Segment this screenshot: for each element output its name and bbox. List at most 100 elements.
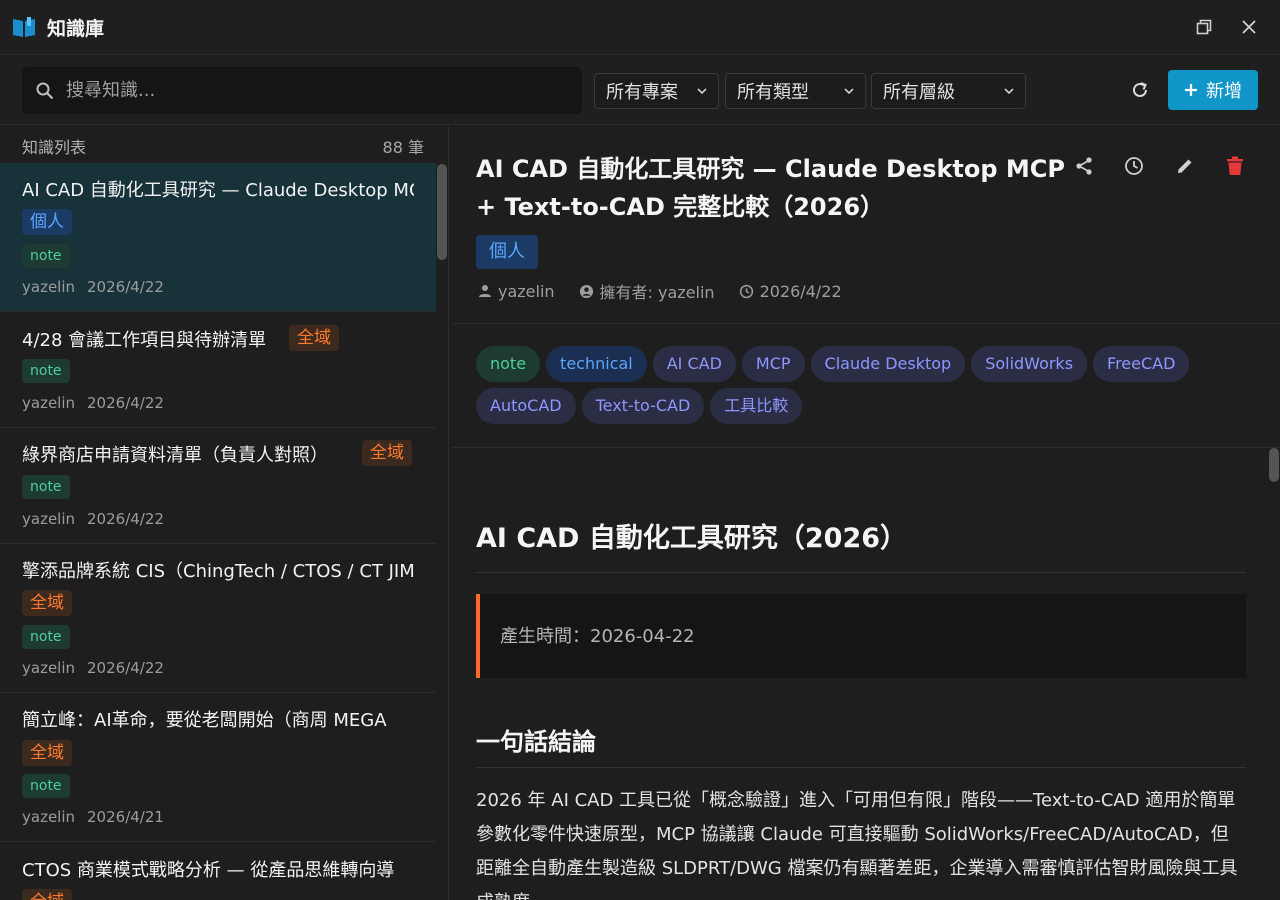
list-item[interactable]: 4/28 會議工作項目與待辦清單 全域 note yazelin 2026/4/2… xyxy=(0,312,436,428)
scope-badge: 全域 xyxy=(22,889,72,900)
person-icon xyxy=(479,285,491,297)
share-icon xyxy=(1076,157,1092,175)
delete-button[interactable] xyxy=(1221,152,1249,180)
level-filter-select[interactable]: 所有層級 xyxy=(871,73,1026,109)
item-meta: yazelin 2026/4/22 xyxy=(22,278,164,296)
trash-icon xyxy=(1227,156,1243,175)
divider xyxy=(452,323,1280,324)
item-meta: yazelin 2026/4/21 xyxy=(22,808,164,826)
content-blockquote: 產生時間：2026-04-22 xyxy=(476,594,1246,678)
chevron-down-icon xyxy=(697,88,707,95)
restore-icon xyxy=(1196,19,1212,35)
list-header: 知識列表 88 筆 xyxy=(0,126,436,162)
detail-owner: 擁有者: yazelin xyxy=(599,283,715,302)
blockquote-text: 產生時間：2026-04-22 xyxy=(500,626,695,647)
project-filter-value: 所有專案 xyxy=(606,82,678,103)
detail-meta: yazelin 擁有者: yazelin 2026/4/22 xyxy=(478,279,842,303)
list-item[interactable]: 簡立峰：AI革命，要從老闆開始（商周 MEGA 全域 note yazelin 2… xyxy=(0,693,436,842)
title-bar: 知識庫 xyxy=(0,0,1280,55)
content-heading: AI CAD 自動化工具研究（2026） xyxy=(476,523,908,554)
tag-technical[interactable]: technical xyxy=(546,346,647,382)
item-meta: yazelin 2026/4/22 xyxy=(22,659,164,677)
search-input[interactable] xyxy=(66,80,546,101)
detail-author: yazelin xyxy=(498,281,555,301)
tag-tool-comparison[interactable]: 工具比較 xyxy=(710,388,803,424)
list-item[interactable]: 擎添品牌系統 CIS（ChingTech / CTOS / CT JIM） 全域… xyxy=(0,544,436,693)
clock-icon xyxy=(739,284,753,298)
scope-badge: 個人 xyxy=(476,235,538,269)
refresh-button[interactable] xyxy=(1127,77,1153,103)
item-title: 4/28 會議工作項目與待辦清單 xyxy=(22,330,267,351)
chevron-down-icon xyxy=(844,88,854,95)
detail-date: 2026/4/22 xyxy=(759,281,842,301)
detail-scrollbar[interactable] xyxy=(1269,448,1279,482)
item-title: 簡立峰：AI革命，要從老闆開始（商周 MEGA xyxy=(22,710,387,731)
item-date: 2026/4/22 xyxy=(87,394,164,412)
list-item[interactable]: 綠界商店申請資料清單（負責人對照） 全域 note yazelin 2026/4/… xyxy=(0,428,436,544)
detail-title: AI CAD 自動化工具研究 — Claude Desktop MCP + Te… xyxy=(476,155,1065,221)
scope-badge: 全域 xyxy=(289,325,339,351)
search-icon xyxy=(36,82,54,99)
item-meta: yazelin 2026/4/22 xyxy=(22,394,164,412)
toolbar: 所有專案 所有類型 所有層級 新增 xyxy=(0,56,1280,125)
content-paragraph: 2026 年 AI CAD 工具已從「概念驗證」進入「可用但有限」階段——Tex… xyxy=(476,790,1238,900)
divider xyxy=(452,447,1280,448)
item-author: yazelin xyxy=(22,278,76,296)
tag-freecad[interactable]: FreeCAD xyxy=(1093,346,1190,382)
list-header-label: 知識列表 xyxy=(22,138,87,157)
share-button[interactable] xyxy=(1070,152,1098,180)
item-author: yazelin xyxy=(22,808,76,826)
add-button[interactable]: 新增 xyxy=(1168,70,1258,110)
tag-autocad[interactable]: AutoCAD xyxy=(476,388,576,424)
tag-text-to-cad[interactable]: Text-to-CAD xyxy=(581,388,705,424)
close-window-button[interactable] xyxy=(1236,14,1262,40)
type-filter-select[interactable]: 所有類型 xyxy=(725,73,866,109)
refresh-icon xyxy=(1133,82,1147,97)
item-meta: yazelin 2026/4/22 xyxy=(22,510,164,528)
list-scrollbar[interactable] xyxy=(437,164,447,260)
tag-solidworks[interactable]: SolidWorks xyxy=(971,346,1088,382)
tag-mcp[interactable]: MCP xyxy=(741,346,805,382)
knowledge-list: 知識列表 88 筆 AI CAD 自動化工具研究 — Claude Deskto… xyxy=(0,126,449,900)
list-item[interactable]: AI CAD 自動化工具研究 — Claude Desktop MCP + Te… xyxy=(0,163,436,312)
detail-panel: AI CAD 自動化工具研究 — Claude Desktop MCP + Te… xyxy=(452,126,1280,900)
item-title: AI CAD 自動化工具研究 — Claude Desktop MCP + Te… xyxy=(22,180,414,201)
pencil-icon xyxy=(1178,159,1192,173)
add-button-label: 新增 xyxy=(1206,81,1242,102)
item-date: 2026/4/22 xyxy=(87,278,164,296)
scope-badge: 全域 xyxy=(362,440,412,466)
item-author: yazelin xyxy=(22,394,76,412)
close-icon xyxy=(1242,20,1256,34)
heading-rule xyxy=(476,572,1246,573)
item-title: 綠界商店申請資料清單（負責人對照） xyxy=(22,445,328,466)
tag-ai-cad[interactable]: AI CAD xyxy=(652,346,736,382)
tag-claude-desktop[interactable]: Claude Desktop xyxy=(810,346,966,382)
history-button[interactable] xyxy=(1120,152,1148,180)
list-count: 88 筆 xyxy=(382,138,424,157)
project-filter-select[interactable]: 所有專案 xyxy=(594,73,719,109)
item-author: yazelin xyxy=(22,510,76,528)
section-heading: 一句話結論 xyxy=(476,728,596,756)
type-badge: note xyxy=(22,774,70,798)
type-badge: note xyxy=(22,625,70,649)
edit-button[interactable] xyxy=(1171,152,1199,180)
tag-note[interactable]: note xyxy=(476,346,541,382)
level-filter-value: 所有層級 xyxy=(883,82,955,103)
type-filter-value: 所有類型 xyxy=(737,82,809,103)
list-item[interactable]: CTOS 商業模式戰略分析 — 從產品思維轉向導 全域 xyxy=(0,842,436,900)
account-circle-icon xyxy=(579,284,593,298)
restore-window-button[interactable] xyxy=(1191,14,1217,40)
plus-icon xyxy=(1185,84,1197,96)
heading-rule xyxy=(476,767,1246,768)
type-badge: note xyxy=(22,475,70,499)
item-date: 2026/4/22 xyxy=(87,659,164,677)
item-author: yazelin xyxy=(22,659,76,677)
item-date: 2026/4/22 xyxy=(87,510,164,528)
clock-icon xyxy=(1125,157,1143,175)
book-icon xyxy=(13,17,35,37)
scope-badge: 全域 xyxy=(22,590,72,616)
search-box[interactable] xyxy=(22,67,582,114)
item-title: CTOS 商業模式戰略分析 — 從產品思維轉向導 xyxy=(22,860,395,881)
scope-badge: 個人 xyxy=(22,209,72,235)
item-title: 擎添品牌系統 CIS（ChingTech / CTOS / CT JIM） xyxy=(22,561,414,582)
